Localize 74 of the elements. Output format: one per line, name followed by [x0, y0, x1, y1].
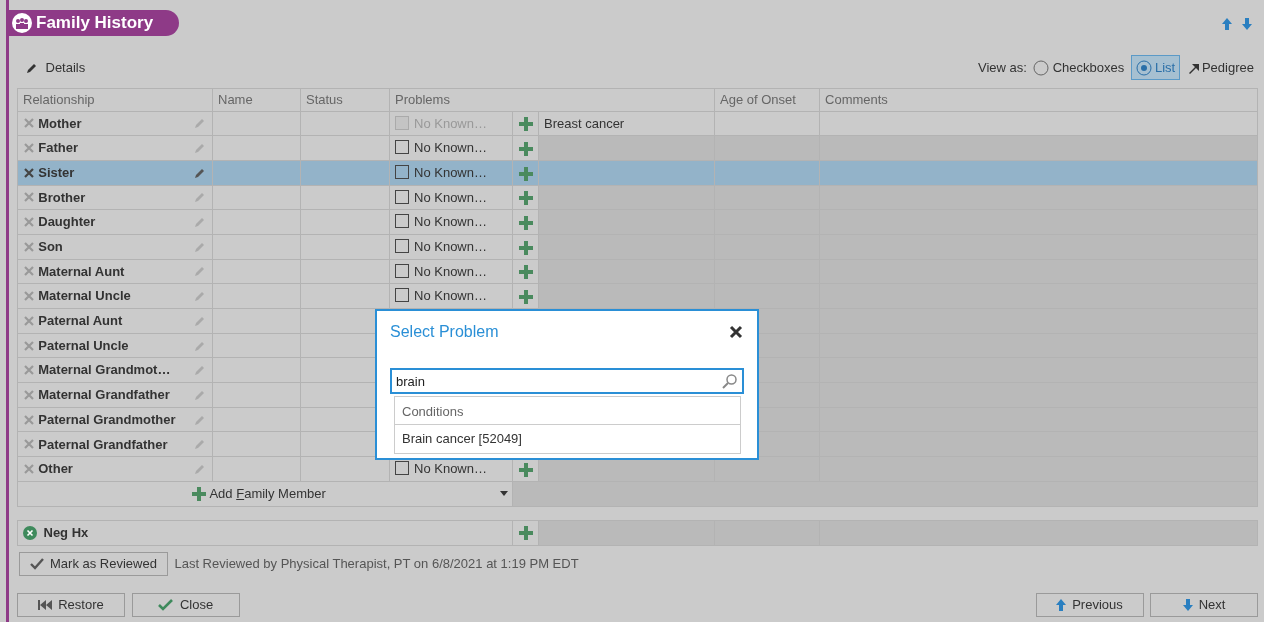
pencil-icon[interactable] — [193, 215, 207, 230]
relationship-text: Paternal Uncle — [38, 336, 130, 355]
column-header: Status — [300, 88, 390, 111]
add-icon[interactable] — [519, 265, 533, 280]
dialog-title: Select Problem — [390, 322, 499, 342]
pencil-icon[interactable] — [193, 116, 207, 131]
add-family-member-dropdown[interactable]: Add Family Member — [18, 482, 512, 506]
window-title: Family History — [8, 10, 180, 36]
pencil-icon[interactable] — [193, 264, 207, 279]
relationship-text: Other — [38, 460, 74, 479]
relationship-text: Maternal Grandfather — [38, 386, 171, 405]
pencil-icon[interactable] — [193, 141, 207, 156]
restore-button[interactable]: Restore — [17, 593, 125, 617]
relationship-text: Father — [38, 139, 79, 158]
add-icon[interactable] — [519, 215, 533, 230]
next-button[interactable]: Next — [1150, 593, 1258, 617]
pencil-icon[interactable] — [193, 289, 207, 304]
add-icon[interactable] — [519, 462, 533, 477]
people-icon — [11, 12, 33, 34]
group-header: Conditions — [395, 396, 740, 425]
close-button[interactable]: Close — [131, 593, 240, 617]
pencil-icon[interactable] — [193, 190, 207, 205]
search-icon — [722, 373, 738, 389]
radio-checked-icon — [1135, 59, 1152, 76]
close-button[interactable] — [729, 325, 743, 339]
relationship-text: Daughter — [38, 213, 97, 232]
relationship-text: Maternal Grandmot… — [38, 361, 172, 380]
view-option[interactable]: Checkboxes — [1033, 57, 1125, 78]
check-icon — [157, 599, 174, 611]
add-icon[interactable] — [519, 289, 533, 304]
arrow-up-icon — [1056, 599, 1067, 611]
arrow-down-icon — [1182, 599, 1193, 611]
add-icon[interactable] — [519, 117, 533, 132]
close-icon — [729, 325, 743, 339]
review-note: Last Reviewed by Physical Therapist, PT on 6/8/2021 at 1:19 PM EDT — [174, 555, 579, 574]
rewind-icon — [38, 600, 53, 610]
add-icon[interactable] — [519, 166, 533, 181]
add-icon[interactable] — [519, 526, 533, 541]
relationship-text: Paternal Grandmother — [38, 410, 177, 429]
column-header: Name — [212, 88, 301, 111]
column-header: Relationship — [17, 88, 213, 111]
search-field[interactable]: brain — [390, 368, 744, 394]
arrow-up-icon[interactable] — [1222, 18, 1232, 30]
add-icon[interactable] — [519, 240, 533, 255]
remove-icon[interactable] — [23, 166, 35, 179]
relationship-text: Mother — [38, 114, 83, 133]
column-header: Problems — [389, 88, 715, 111]
add-icon[interactable] — [519, 191, 533, 206]
view-as-label: View as: — [978, 58, 1027, 77]
relationship-text: Son — [38, 238, 64, 257]
column-header: Comments — [819, 88, 1258, 111]
result-item[interactable]: Brain cancer [52049] — [395, 425, 740, 453]
arrow-down-icon[interactable] — [1242, 18, 1252, 30]
caret-icon — [500, 491, 508, 497]
pencil-icon[interactable] — [193, 363, 207, 378]
neg-hx-label: Neg Hx — [43, 523, 89, 542]
problem-text: Breast cancer — [544, 115, 625, 131]
previous-button[interactable]: Previous — [1035, 593, 1144, 617]
remove-circle-icon[interactable] — [23, 525, 37, 540]
add-icon[interactable] — [519, 141, 533, 156]
details-link[interactable]: Details — [25, 57, 86, 78]
relationship-text: Maternal Uncle — [38, 287, 132, 306]
mark-reviewed-button[interactable]: Mark as Reviewed — [19, 552, 168, 576]
relationship-text: Brother — [38, 188, 87, 207]
relationship-text: Sister — [38, 163, 76, 182]
radio-icon — [1033, 59, 1050, 76]
pedigree-link[interactable]: Pedigree — [1186, 57, 1254, 78]
column-header: Age of Onset — [714, 88, 820, 111]
pencil-icon[interactable] — [193, 437, 207, 452]
check-icon — [30, 558, 44, 570]
add-icon — [192, 486, 207, 501]
relationship-text: Maternal Aunt — [38, 262, 126, 281]
relationship-text: Paternal Grandfather — [38, 435, 169, 454]
relationship-text: Paternal Aunt — [38, 312, 124, 331]
